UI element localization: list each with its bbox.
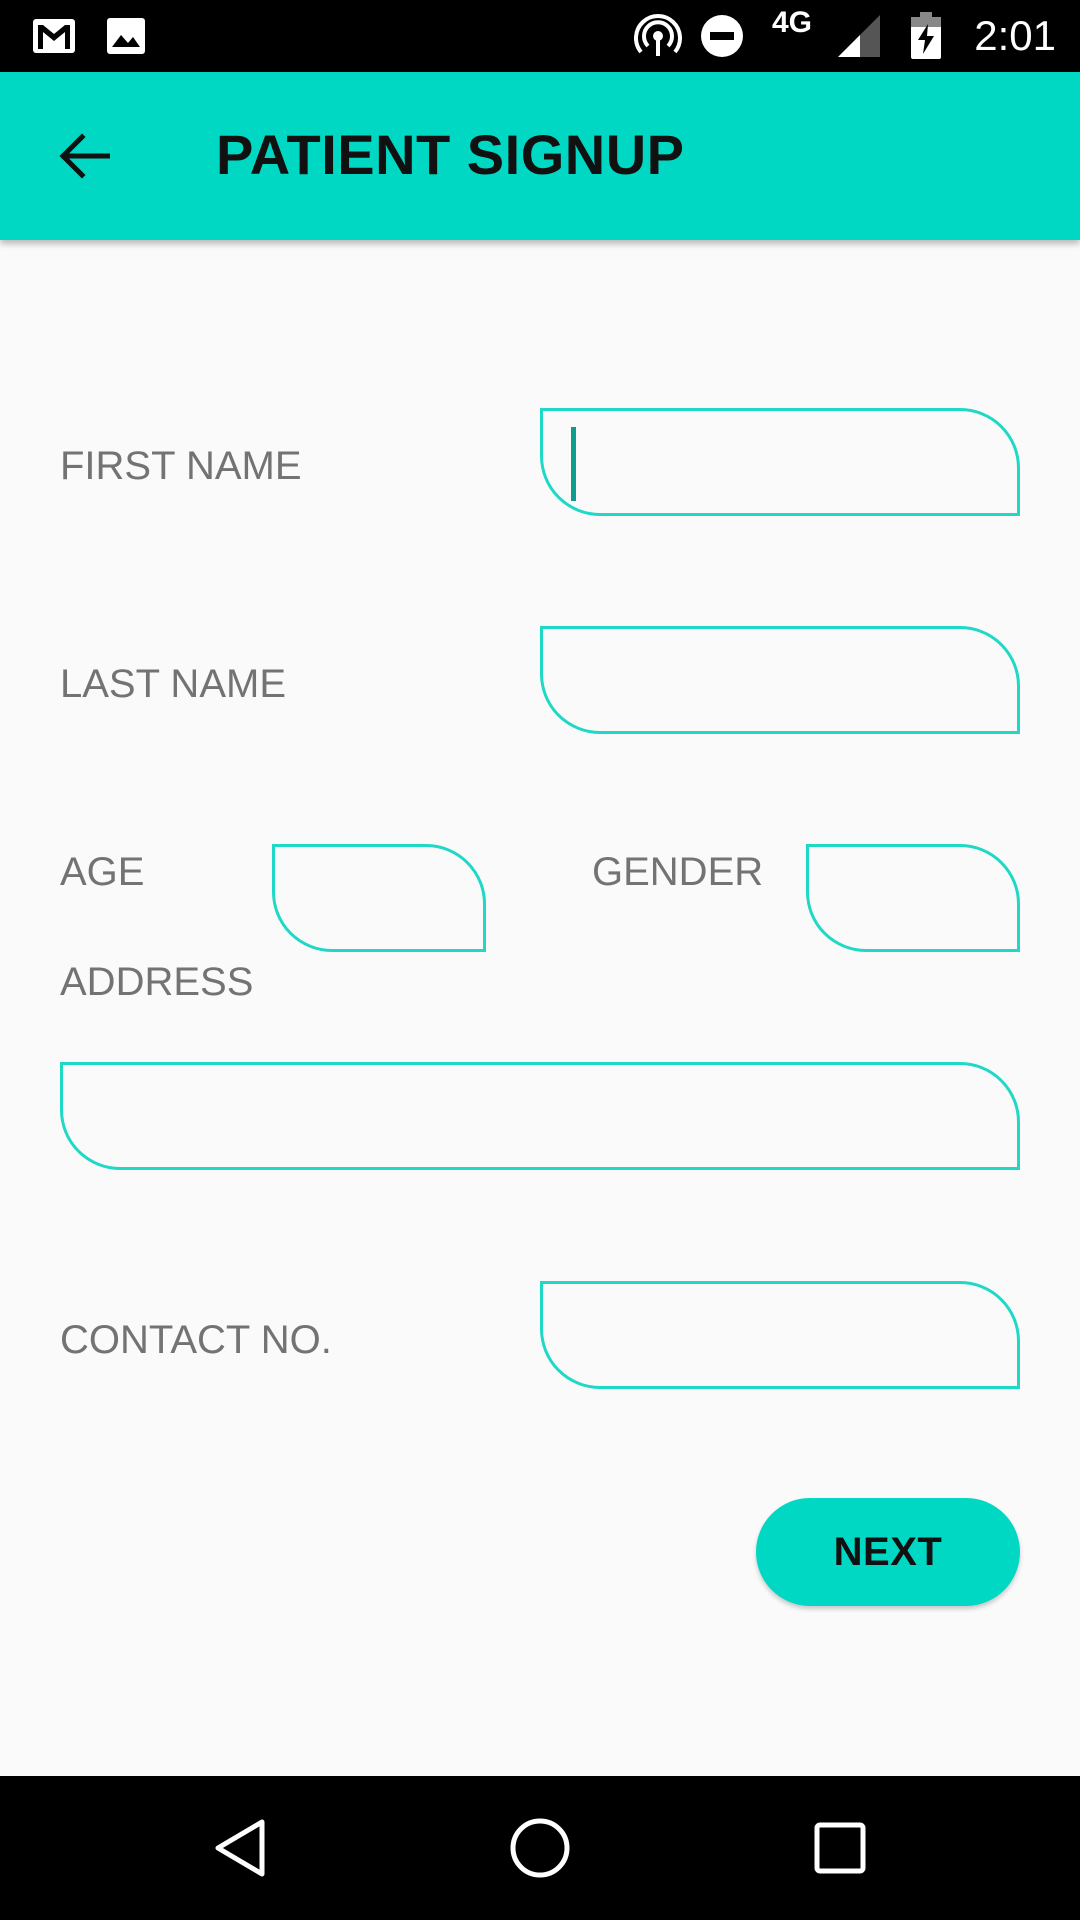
first-name-input[interactable] xyxy=(543,411,1017,513)
back-triangle-icon xyxy=(215,1819,265,1877)
gender-input[interactable] xyxy=(809,847,1017,949)
page-title: PATIENT SIGNUP xyxy=(216,123,685,186)
contact-label: CONTACT NO. xyxy=(60,1318,332,1362)
home-circle-icon xyxy=(510,1818,570,1878)
back-button[interactable] xyxy=(40,116,128,196)
last-name-input[interactable] xyxy=(543,629,1017,731)
signal-icon xyxy=(836,0,882,72)
contact-input[interactable] xyxy=(543,1284,1017,1386)
address-input[interactable] xyxy=(63,1065,1017,1167)
nav-recents-button[interactable] xyxy=(780,1776,900,1920)
app-bar: PATIENT SIGNUP xyxy=(0,72,1080,240)
gender-field[interactable] xyxy=(806,844,1020,952)
age-input[interactable] xyxy=(275,847,483,949)
last-name-field[interactable] xyxy=(540,626,1020,734)
first-name-label: FIRST NAME xyxy=(60,444,302,488)
first-name-field[interactable] xyxy=(540,408,1020,516)
network-type-label: 4G xyxy=(772,6,813,39)
age-field[interactable] xyxy=(272,844,486,952)
age-label: AGE xyxy=(60,850,145,894)
gender-label: GENDER xyxy=(592,850,764,894)
battery-charging-icon xyxy=(910,0,942,72)
arrow-back-icon xyxy=(59,133,110,179)
image-icon xyxy=(106,0,146,72)
gmail-icon xyxy=(32,0,76,72)
hotspot-icon xyxy=(634,0,682,72)
nav-home-button[interactable] xyxy=(480,1776,600,1920)
address-label: ADDRESS xyxy=(60,960,254,1004)
status-time: 2:01 xyxy=(974,12,1056,59)
text-cursor xyxy=(571,427,576,501)
nav-back-button[interactable] xyxy=(180,1776,300,1920)
contact-field[interactable] xyxy=(540,1281,1020,1389)
recents-square-icon xyxy=(814,1822,866,1874)
last-name-label: LAST NAME xyxy=(60,662,286,706)
next-button[interactable]: NEXT xyxy=(756,1498,1020,1606)
address-field[interactable] xyxy=(60,1062,1020,1170)
navigation-bar xyxy=(0,1776,1080,1920)
do-not-disturb-icon xyxy=(700,0,744,72)
status-bar: 4G 2:01 xyxy=(0,0,1080,72)
